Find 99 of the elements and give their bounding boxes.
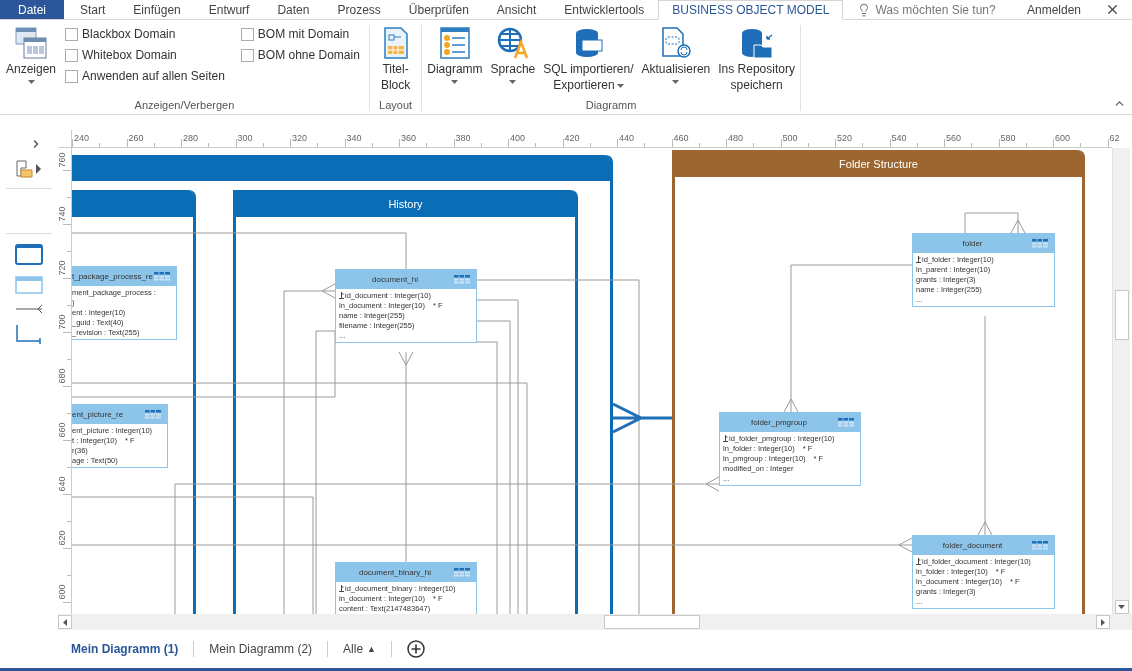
checkbox[interactable] (65, 69, 79, 83)
scroll-down-icon[interactable] (1114, 600, 1129, 614)
windows-icon (14, 26, 48, 60)
ruler-label: 600 (1055, 133, 1071, 143)
ruler-label: 62 (1109, 133, 1120, 143)
ruler-label: 360 (401, 133, 417, 143)
relationship-shape-icon[interactable] (15, 304, 43, 314)
close-icon[interactable] (1105, 2, 1120, 17)
page-tab[interactable]: Mein Diagramm (1) (71, 642, 179, 656)
globe-icon (496, 27, 529, 59)
ruler-label: 260 (128, 133, 144, 143)
file-tab[interactable]: Datei (0, 0, 64, 19)
ruler-label: 520 (837, 133, 853, 143)
ribbon-button[interactable]: Aktualisieren (638, 25, 714, 99)
ruler-label: 240 (74, 133, 90, 143)
scroll-right-icon[interactable] (1096, 615, 1110, 629)
table-icon (145, 410, 161, 419)
ruler-label: 640 (58, 476, 67, 492)
ruler-label: 440 (619, 133, 635, 143)
checkbox[interactable] (240, 27, 254, 41)
table-icon (838, 418, 854, 427)
caret-icon (509, 80, 517, 84)
ruler-label: 540 (891, 133, 907, 143)
caret-icon (672, 80, 680, 84)
ruler-label: 560 (946, 133, 962, 143)
ruler-label: 340 (346, 133, 362, 143)
container-header: Folder Structure (675, 150, 1082, 177)
checkbox-label: BOM ohne Domain (257, 48, 360, 62)
ruler-label: 600 (58, 584, 67, 600)
ruler-label: 700 (58, 314, 67, 330)
entity-title: folder_pmgroup (750, 418, 807, 427)
ruler-label: 680 (58, 368, 67, 384)
group-label: Diagramm (584, 99, 638, 111)
ribbon-button[interactable]: SQL importieren/ Exportieren (540, 25, 637, 99)
ruler-label: 580 (1000, 133, 1016, 143)
scroll-thumb[interactable] (1114, 290, 1129, 340)
ribbon-button[interactable]: Anzeigen (3, 25, 60, 99)
document-icon (382, 27, 409, 59)
ribbon-button[interactable]: Sprache (487, 25, 539, 99)
scroll-thumb[interactable] (604, 615, 700, 629)
checkbox-label: Anwenden auf allen Seiten (82, 69, 225, 83)
group-label: Anzeigen/Verbergen (133, 99, 236, 111)
ruler-label: 720 (58, 260, 67, 276)
ribbon-button[interactable]: Diagramm (424, 25, 486, 99)
all-pages-button[interactable]: Alle ▲ (343, 642, 376, 656)
checkbox[interactable] (65, 48, 79, 62)
add-page-icon[interactable] (407, 640, 425, 658)
ruler-label: 500 (782, 133, 798, 143)
shapes-menu-icon[interactable] (16, 160, 42, 178)
ruler-label: 280 (183, 133, 199, 143)
checkbox-label: Whitebox Domain (82, 48, 177, 62)
group-label: Layout (378, 99, 414, 111)
horizontal-scrollbar[interactable] (58, 614, 1132, 630)
scroll-left-icon[interactable] (58, 615, 72, 629)
caret-icon (451, 80, 459, 84)
checkbox-label: BOM mit Domain (257, 27, 350, 41)
ribbon-tab[interactable]: BUSINESS OBJECT MODEL (658, 0, 844, 20)
container-header: History (236, 190, 575, 217)
ruler-label: 660 (58, 422, 67, 438)
entity-title: folder_document (942, 541, 1003, 550)
ruler-label: 400 (510, 133, 526, 143)
ruler-label: 320 (292, 133, 308, 143)
ribbon-button[interactable]: Titel- Block (377, 25, 414, 99)
entity-title: ent_picture_re (72, 410, 124, 419)
caret-icon (616, 83, 624, 88)
ruler-label: 480 (728, 133, 744, 143)
vertical-scrollbar[interactable] (1112, 148, 1130, 614)
container-shape-icon[interactable] (15, 244, 43, 266)
ribbon-button[interactable]: Ins Repository speichern (715, 25, 798, 99)
container-relationship-line (611, 402, 674, 434)
checkbox[interactable] (65, 27, 79, 41)
table-icon (1032, 541, 1048, 550)
entity-title: t_package_process_re (72, 272, 153, 281)
table-icon (454, 275, 470, 284)
caret-icon (27, 80, 35, 84)
entity-title: document_binary_hi (358, 568, 431, 577)
ruler-label: 420 (564, 133, 580, 143)
entity-title: folder (962, 239, 983, 248)
table-icon (154, 272, 170, 281)
entity-title: document_hi (372, 275, 418, 284)
elbow-connector-icon[interactable] (15, 324, 43, 344)
tell-me-field[interactable]: Was möchten Sie tun? (857, 0, 996, 19)
table-icon (454, 568, 470, 577)
sign-in-link[interactable]: Anmelden (1010, 0, 1097, 19)
checkbox-label: Blackbox Domain (82, 27, 176, 41)
ruler-label: 460 (673, 133, 689, 143)
table-icon (1032, 239, 1048, 248)
checkbox[interactable] (240, 48, 254, 62)
ruler-label: 760 (58, 152, 67, 168)
database-folder-icon (739, 27, 774, 59)
ruler-label: 300 (237, 133, 253, 143)
refresh-document-icon (659, 27, 692, 59)
ruler-label: 380 (455, 133, 471, 143)
ruler-label: 740 (58, 206, 67, 222)
ruler-label: 620 (58, 530, 67, 546)
relationship-line (964, 212, 1026, 234)
list-icon (439, 27, 470, 59)
entity-shape-icon[interactable] (15, 276, 43, 294)
page-tab[interactable]: Mein Diagramm (2) (209, 642, 313, 656)
